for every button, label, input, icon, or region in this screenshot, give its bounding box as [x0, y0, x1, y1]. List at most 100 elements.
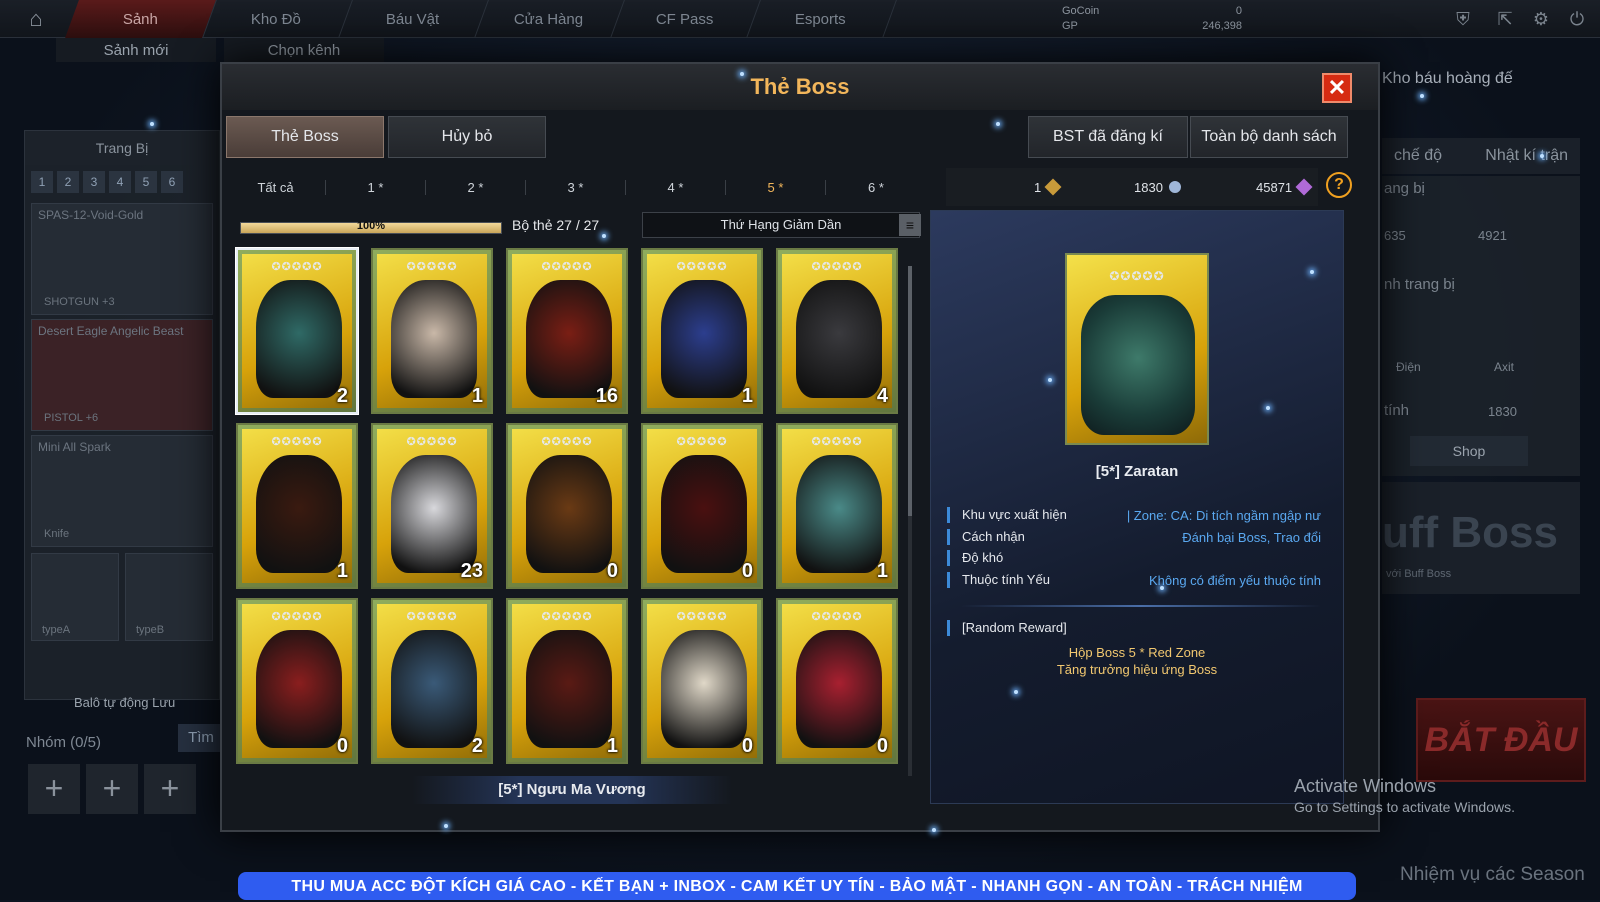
subnav-new-lobby[interactable]: Sảnh mới [56, 38, 216, 62]
home-icon[interactable]: ⌂ [18, 6, 54, 34]
autosave-toggle[interactable]: Balô tự động Lưu [24, 688, 220, 718]
slot-4[interactable]: 4 [109, 171, 131, 193]
slot-1[interactable]: 1 [31, 171, 53, 193]
weapon-secondary[interactable]: Desert Eagle Angelic Beast PISTOL +6 [31, 319, 213, 431]
equip-label: ang bị [1384, 180, 1425, 197]
scrollbar-thumb[interactable] [908, 266, 912, 516]
add-member-button[interactable]: + [144, 764, 196, 814]
boss-card[interactable]: ✪✪✪✪✪ 0 [641, 598, 763, 764]
currency-crystal-value: 45871 [1256, 180, 1293, 195]
slot-5[interactable]: 5 [135, 171, 157, 193]
subnav-channel[interactable]: Chọn kênh [224, 38, 384, 62]
shield-icon[interactable]: ⛨ [1452, 8, 1474, 30]
card-detail-panel: ✪✪✪✪✪ [5*] Zaratan Khu vực xuất hiện | Z… [930, 210, 1344, 804]
filter-6-star[interactable]: 6 * [826, 180, 926, 195]
filter-4-star[interactable]: 4 * [626, 179, 726, 195]
tab-cancel[interactable]: Hủy bỏ [388, 116, 546, 158]
star-filter-bar: Tất cả 1 * 2 * 3 * 4 * 5 * 6 * [226, 168, 926, 206]
slot-2[interactable]: 2 [57, 171, 79, 193]
top-nav-bar: ⌂ Sảnh Kho Đồ Báu Vật Cửa Hàng CF Pass E… [0, 0, 1600, 38]
help-icon[interactable]: ? [1326, 172, 1352, 198]
detail-card-image: ✪✪✪✪✪ [1065, 253, 1209, 445]
boss-card[interactable]: ✪✪✪✪✪ 0 [641, 423, 763, 589]
slot-3[interactable]: 3 [83, 171, 105, 193]
grenade-slot-b[interactable]: typeB [125, 553, 213, 641]
collection-progress-bar: 100% [240, 220, 502, 234]
boss-card[interactable]: ✪✪✪✪✪ 16 [506, 248, 628, 414]
sparkle [1420, 94, 1424, 98]
boss-card[interactable]: ✪✪✪✪✪ 0 [506, 423, 628, 589]
gear-icon[interactable]: ⚙ [1530, 8, 1552, 30]
card-count: 0 [606, 560, 618, 582]
boss-card[interactable]: ✪✪✪✪✪ 1 [776, 423, 898, 589]
star-rating: ✪✪✪✪✪ [406, 611, 458, 623]
card-count: 1 [876, 560, 888, 582]
stat-label: tính [1384, 402, 1410, 419]
tab-match-log[interactable]: Nhật kí trận [1485, 147, 1568, 165]
filter-3-star[interactable]: 3 * [526, 179, 626, 195]
boss-card[interactable]: ✪✪✪✪✪ 2 [236, 248, 358, 414]
boss-card[interactable]: ✪✪✪✪✪ 2 [371, 598, 493, 764]
boss-card[interactable]: ✪✪✪✪✪ 1 [641, 248, 763, 414]
add-member-button[interactable]: + [28, 764, 80, 814]
boss-card[interactable]: ✪✪✪✪✪ 1 [236, 423, 358, 589]
star-rating: ✪✪✪✪✪ [1109, 269, 1165, 283]
boss-card[interactable]: ✪✪✪✪✪ 1 [371, 248, 493, 414]
nav-tab-treasure[interactable]: Báu Vật [337, 0, 489, 38]
silver-orb-icon [1166, 178, 1184, 196]
nav-tab-cfpass[interactable]: CF Pass [609, 0, 761, 38]
sparkle [740, 72, 744, 76]
sparkle [996, 122, 1000, 126]
shop-button[interactable]: Shop [1410, 436, 1528, 466]
tab-boss-card[interactable]: Thẻ Boss [226, 116, 384, 158]
equip-value: 635 [1384, 228, 1406, 243]
filter-2-star[interactable]: 2 * [426, 179, 526, 195]
full-list-button[interactable]: Toàn bộ danh sách [1190, 116, 1348, 158]
nav-tab-shop[interactable]: Cửa Hàng [473, 0, 625, 38]
weapon-primary[interactable]: SPAS-12-Void-Gold SHOTGUN +3 [31, 203, 213, 315]
nav-tab-esports[interactable]: Esports [745, 0, 897, 38]
star-rating: ✪✪✪✪✪ [811, 436, 863, 448]
sort-label: Thứ Hạng Giảm Dần [720, 217, 842, 232]
season-missions[interactable]: Nhiệm vụ các Season [1400, 864, 1585, 886]
activate-line-2: Go to Settings to activate Windows. [1294, 799, 1515, 815]
windows-activation-watermark: Activate Windows Go to Settings to activ… [1294, 776, 1515, 815]
card-count: 1 [741, 385, 753, 407]
treasure-label[interactable]: Kho báu hoàng đế [1382, 70, 1513, 88]
registered-collection-button[interactable]: BST đã đăng kí [1028, 116, 1188, 158]
element-acid: Axit [1494, 360, 1515, 374]
loadout-panel: Trang Bị 1 2 3 4 5 6 SPAS-12-Void-Gold S… [24, 130, 220, 700]
card-count: 2 [336, 385, 348, 407]
crystal-icon [1295, 178, 1313, 196]
close-button[interactable]: ✕ [1322, 73, 1352, 103]
sparkle [1310, 270, 1314, 274]
sort-dropdown[interactable]: Thứ Hạng Giảm Dần ≡ [642, 212, 921, 238]
card-grid-scrollbar[interactable] [908, 266, 912, 776]
slot-6[interactable]: 6 [161, 171, 183, 193]
boss-card[interactable]: ✪✪✪✪✪ 23 [371, 423, 493, 589]
equip-value: 4921 [1478, 228, 1507, 243]
filter-5-star[interactable]: 5 * [726, 179, 826, 195]
boss-card[interactable]: ✪✪✪✪✪ 1 [506, 598, 628, 764]
menu-icon[interactable]: ≡ [899, 214, 921, 236]
exit-room-icon[interactable]: ⇱ [1494, 8, 1516, 30]
card-count: 0 [741, 735, 753, 757]
start-button[interactable]: BẮT ĐẦU [1416, 698, 1586, 782]
boss-card[interactable]: ✪✪✪✪✪ 4 [776, 248, 898, 414]
nav-tab-lobby[interactable]: Sảnh [65, 0, 217, 38]
boss-card[interactable]: ✪✪✪✪✪ 0 [236, 598, 358, 764]
grenade-slot-a[interactable]: typeA [31, 553, 119, 641]
tab-mode[interactable]: chế độ [1394, 147, 1442, 165]
progress-text: 100% [356, 220, 386, 232]
filter-all[interactable]: Tất cả [226, 179, 326, 195]
sparkle [1048, 378, 1052, 382]
filter-1-star[interactable]: 1 * [326, 179, 426, 195]
find-button[interactable]: Tìm [178, 724, 224, 752]
weapon-name: Mini All Spark [38, 440, 111, 454]
power-icon[interactable]: ⏻ [1566, 8, 1588, 30]
weapon-melee[interactable]: Mini All Spark Knife [31, 435, 213, 547]
equip-label-2: nh trang bị [1384, 276, 1455, 293]
add-member-button[interactable]: + [86, 764, 138, 814]
nav-tab-inventory[interactable]: Kho Đồ [201, 0, 353, 38]
boss-card[interactable]: ✪✪✪✪✪ 0 [776, 598, 898, 764]
